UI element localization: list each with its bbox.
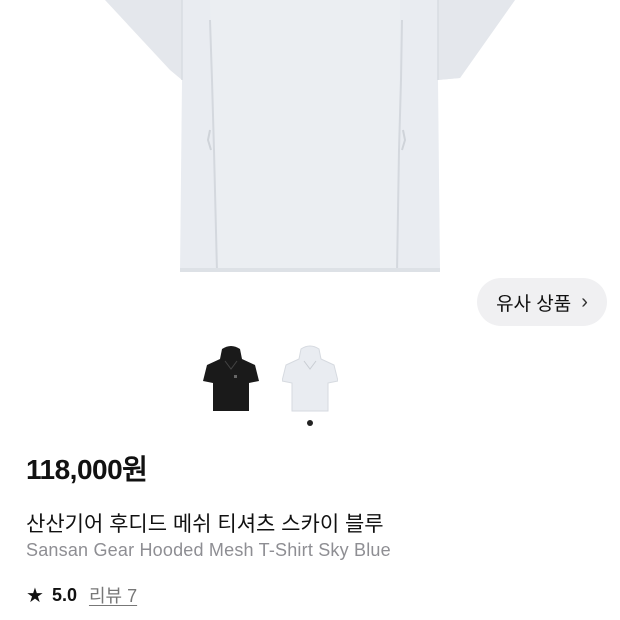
skyblue-shirt-thumbnail <box>281 345 339 412</box>
product-price: 118,000원 <box>26 454 148 485</box>
review-link[interactable]: 리뷰 7 <box>89 582 137 608</box>
similar-products-label: 유사 상품 <box>496 293 572 315</box>
product-hero-image[interactable]: 유사 상품 › <box>0 0 620 330</box>
rating-score: 5.0 <box>51 584 77 605</box>
star-icon: ★ <box>26 584 44 607</box>
black-shirt-thumbnail <box>203 346 259 411</box>
product-name-korean: 산산기어 후디드 메쉬 티셔츠 스카이 블루 <box>26 513 384 536</box>
rating-row: ★ 5.0 리뷰 7 <box>26 582 137 608</box>
chevron-right-icon: › <box>581 291 588 313</box>
thumbnail-sky-blue[interactable] <box>281 345 339 413</box>
pagination-dot-active <box>307 420 313 426</box>
product-name-english: Sansan Gear Hooded Mesh T-Shirt Sky Blue <box>26 540 391 560</box>
gallery-pagination <box>0 420 620 428</box>
similar-products-button[interactable]: 유사 상품 › <box>477 278 607 326</box>
thumbnail-gallery <box>0 345 620 415</box>
thumbnail-black[interactable] <box>203 345 259 413</box>
